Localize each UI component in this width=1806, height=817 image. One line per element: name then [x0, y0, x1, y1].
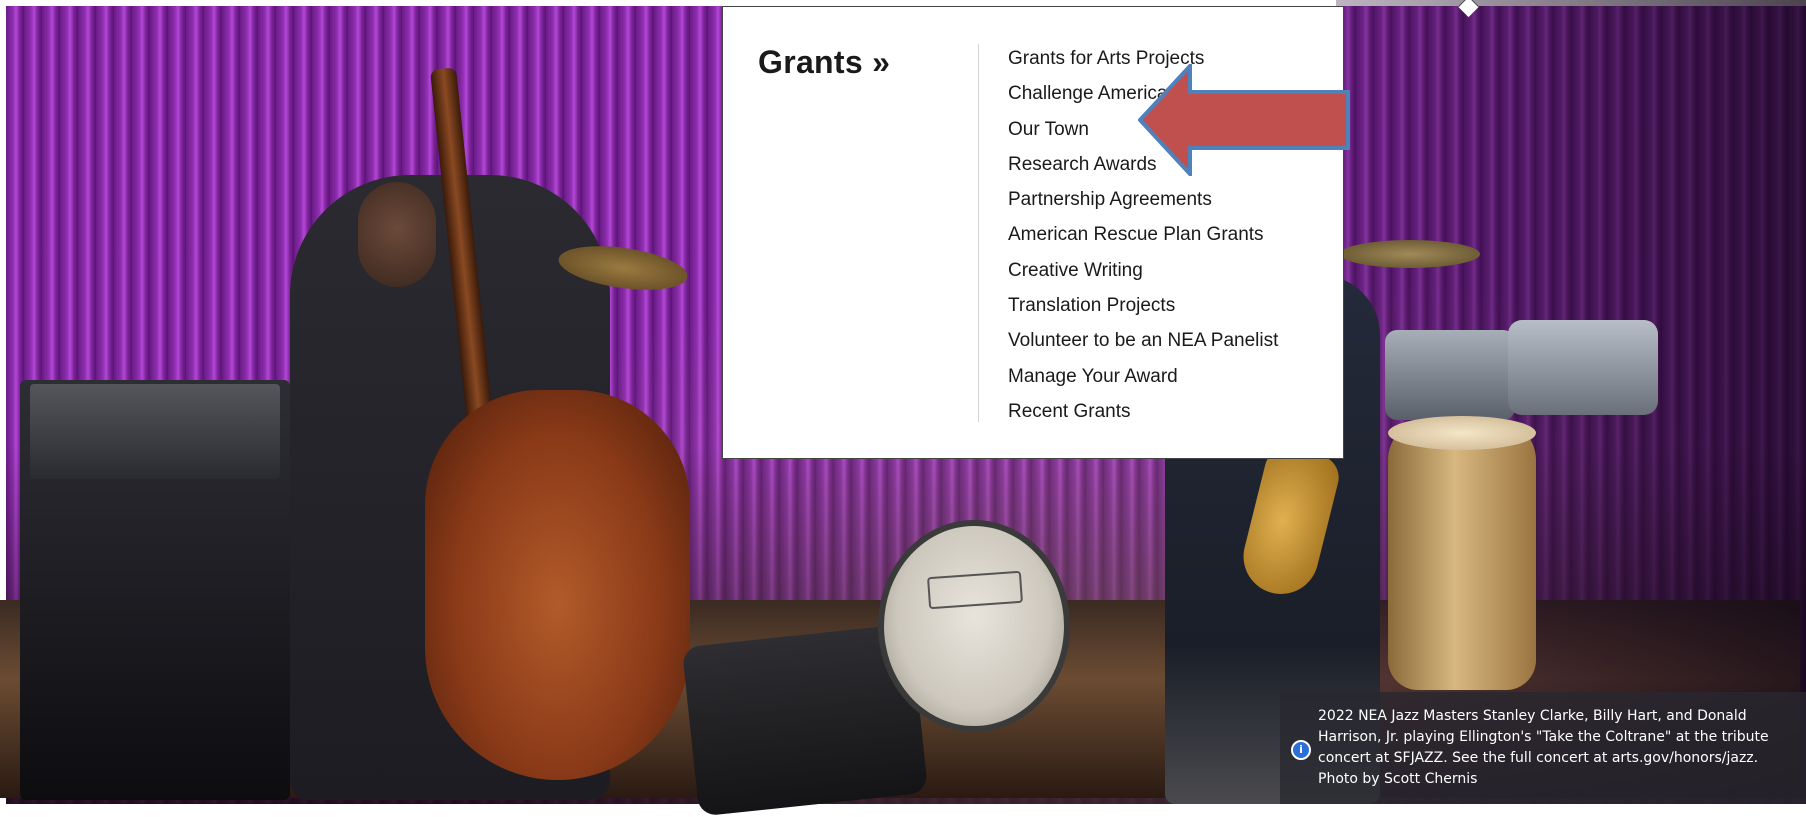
menu-item-recent-grants[interactable]: Recent Grants	[1008, 396, 1278, 431]
menu-item-translation-projects[interactable]: Translation Projects	[1008, 290, 1278, 325]
conga-drum-head	[1388, 416, 1536, 450]
bass-amp	[30, 384, 280, 479]
bassist-head	[358, 182, 436, 287]
arrow-shape	[1138, 64, 1350, 176]
menu-item-partnership-agreements[interactable]: Partnership Agreements	[1008, 184, 1278, 219]
menu-item-american-rescue-plan-grants[interactable]: American Rescue Plan Grants	[1008, 219, 1278, 254]
menu-item-manage-your-award[interactable]: Manage Your Award	[1008, 361, 1278, 396]
info-icon[interactable]: i	[1291, 740, 1311, 760]
menu-item-volunteer-panelist[interactable]: Volunteer to be an NEA Panelist	[1008, 325, 1278, 360]
conga-drum	[1388, 420, 1536, 690]
floor-tom-drum	[1508, 320, 1658, 415]
menu-item-creative-writing[interactable]: Creative Writing	[1008, 255, 1278, 290]
bass-drum	[878, 520, 1070, 732]
left-arrow-icon	[1138, 64, 1350, 176]
cymbal-right	[1340, 240, 1480, 268]
photo-caption-text: 2022 NEA Jazz Masters Stanley Clarke, Bi…	[1318, 708, 1769, 787]
bass-drum-logo	[926, 570, 1024, 610]
tom-drum	[1385, 330, 1515, 420]
double-bass-body	[425, 390, 690, 780]
dropdown-divider	[978, 44, 979, 422]
grants-heading-link[interactable]: Grants »	[758, 44, 890, 81]
